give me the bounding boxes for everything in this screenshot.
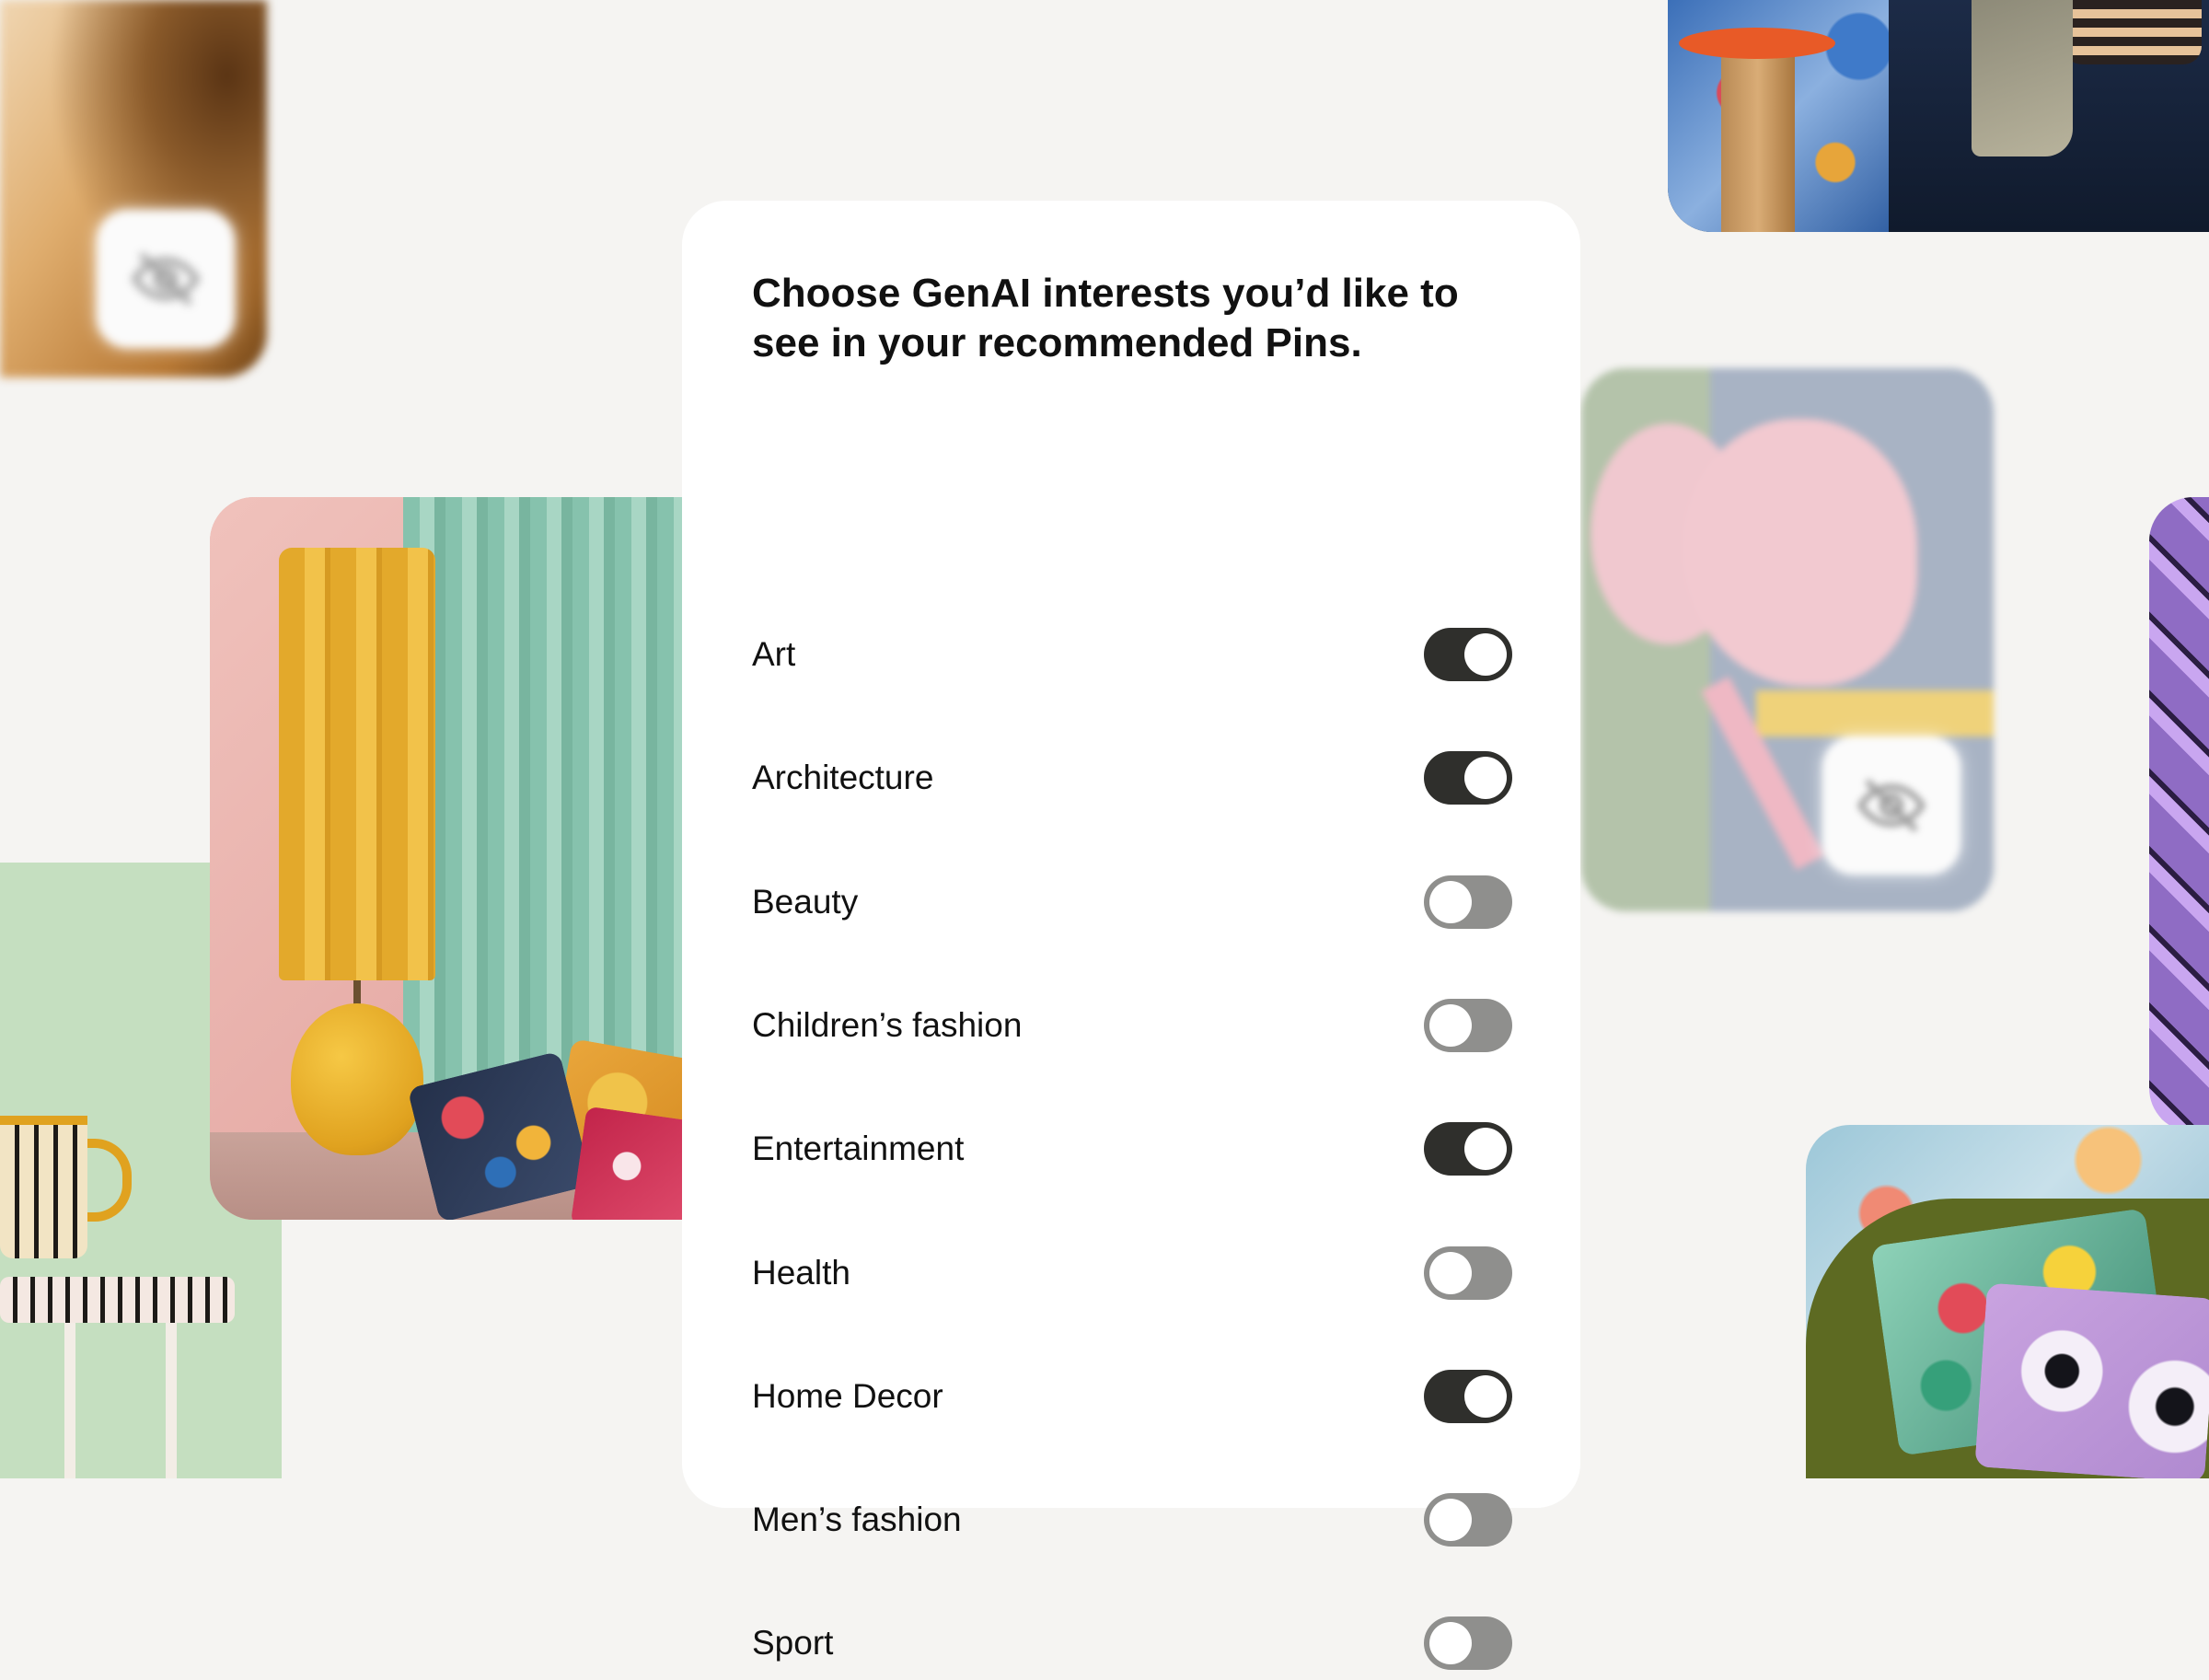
eye-off-icon (131, 251, 201, 307)
childrens-fashion-toggle[interactable] (1424, 999, 1512, 1052)
entertainment-toggle[interactable] (1424, 1122, 1512, 1176)
sport-toggle[interactable] (1424, 1616, 1512, 1670)
toggle-knob (1464, 757, 1507, 799)
pin-image-sofa-side-table (1668, 0, 2209, 232)
toggle-knob (1464, 1128, 1507, 1170)
pin-image-plaid-fabric (2149, 497, 2209, 1132)
pin-image-green-sofa (1806, 1125, 2209, 1478)
interest-label: Children’s fashion (752, 1006, 1023, 1044)
toggle-knob (1429, 881, 1472, 923)
interest-row-sport: Sport (752, 1606, 1512, 1680)
interest-label: Men’s fashion (752, 1500, 962, 1538)
interest-label: Beauty (752, 883, 859, 921)
health-toggle[interactable] (1424, 1246, 1512, 1300)
eye-off-icon (1856, 778, 1926, 833)
interest-label: Health (752, 1254, 850, 1292)
blurred-pin-image-top-left (0, 0, 267, 377)
home-decor-toggle[interactable] (1424, 1370, 1512, 1423)
blurred-pin-image-rackets (1581, 368, 1994, 911)
interest-row-childrens-fashion: Children’s fashion (752, 989, 1512, 1062)
interest-row-beauty: Beauty (752, 865, 1512, 939)
interest-row-architecture: Architecture (752, 741, 1512, 815)
pin-image-yellow-lamp (210, 497, 688, 1220)
toggle-knob (1429, 1499, 1472, 1541)
interest-label: Architecture (752, 759, 934, 796)
architecture-toggle[interactable] (1424, 751, 1512, 805)
interest-row-entertainment: Entertainment (752, 1112, 1512, 1186)
toggle-knob (1429, 1004, 1472, 1047)
interest-label: Art (752, 635, 796, 673)
toggle-knob (1464, 633, 1507, 676)
toggle-knob (1429, 1252, 1472, 1294)
interest-label: Sport (752, 1624, 834, 1662)
interest-row-art: Art (752, 618, 1512, 691)
genai-hidden-badge (97, 210, 235, 348)
beauty-toggle[interactable] (1424, 875, 1512, 929)
interest-row-home-decor: Home Decor (752, 1360, 1512, 1433)
interest-row-health: Health (752, 1236, 1512, 1310)
art-toggle[interactable] (1424, 628, 1512, 681)
mens-fashion-toggle[interactable] (1424, 1493, 1512, 1547)
toggle-knob (1464, 1375, 1507, 1418)
genai-interests-card: Choose GenAI interests you’d like to see… (682, 201, 1580, 1670)
interest-label: Entertainment (752, 1130, 965, 1167)
genai-hidden-badge (1822, 736, 1960, 875)
toggle-knob (1429, 1622, 1472, 1664)
interest-label: Home Decor (752, 1377, 943, 1415)
interest-row-mens-fashion: Men’s fashion (752, 1483, 1512, 1557)
card-title: Choose GenAI interests you’d like to see… (752, 271, 1459, 365)
